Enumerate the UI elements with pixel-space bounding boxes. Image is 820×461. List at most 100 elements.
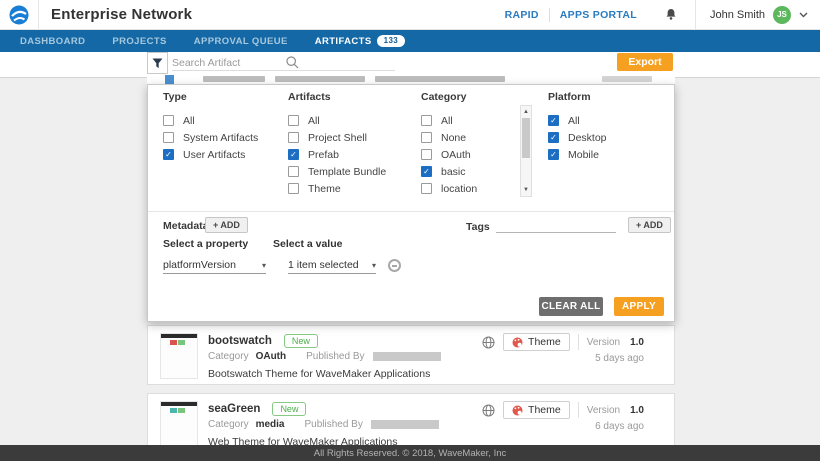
checkbox[interactable] — [421, 132, 432, 143]
checkbox[interactable] — [548, 132, 559, 143]
category-scrollbar[interactable]: ▲ ▼ — [520, 105, 532, 197]
nav-item-approval-queue[interactable]: APPROVAL QUEUE — [194, 36, 288, 47]
thumbnail-detail — [170, 340, 177, 345]
checkbox[interactable] — [163, 115, 174, 126]
avatar: JS — [773, 6, 791, 24]
tags-input[interactable] — [496, 215, 616, 233]
checkbox-option-basic[interactable]: basic — [421, 163, 477, 180]
checkbox-option-all[interactable]: All — [163, 112, 258, 129]
checkbox[interactable] — [548, 115, 559, 126]
checkbox-label: System Artifacts — [183, 132, 258, 144]
search-icon[interactable] — [286, 56, 299, 74]
obscured-text — [275, 76, 365, 82]
type-chip-label: Theme — [528, 404, 561, 416]
thumbnail-detail — [178, 408, 185, 413]
checkbox[interactable] — [288, 166, 299, 177]
checkbox[interactable] — [421, 166, 432, 177]
version-label: Version — [587, 405, 620, 416]
checkbox-option-project-shell[interactable]: Project Shell — [288, 129, 386, 146]
filter-group-title: Platform — [548, 91, 607, 103]
artifact-meta-row: Category OAuth Published By — [208, 351, 441, 362]
checkbox-label: Theme — [308, 183, 341, 195]
checkbox[interactable] — [288, 183, 299, 194]
globe-icon — [482, 404, 495, 417]
checkbox-option-desktop[interactable]: Desktop — [548, 129, 607, 146]
checkbox-option-location[interactable]: location — [421, 180, 477, 197]
apps-portal-link[interactable]: APPS PORTAL — [550, 9, 647, 21]
user-name: John Smith — [710, 9, 765, 21]
checkbox[interactable] — [163, 132, 174, 143]
property-select[interactable]: platformVersion ▾ — [163, 257, 266, 274]
checkbox-option-prefab[interactable]: Prefab — [288, 146, 386, 163]
divider — [578, 334, 579, 350]
publisher-redacted — [373, 352, 441, 361]
apply-button[interactable]: APPLY — [614, 297, 664, 316]
scrollbar-thumb[interactable] — [522, 118, 530, 158]
checkbox[interactable] — [421, 183, 432, 194]
filter-group-artifacts: Artifacts All Project Shell Prefab Templ… — [288, 91, 386, 197]
version-label: Version — [587, 337, 620, 348]
checkbox[interactable] — [548, 149, 559, 160]
checkbox-option-system-artifacts[interactable]: System Artifacts — [163, 129, 258, 146]
search-input[interactable] — [172, 55, 282, 71]
value-select[interactable]: 1 item selected ▾ — [288, 257, 376, 274]
new-badge: New — [272, 402, 306, 416]
artifact-right-meta: Theme Version 1.0 — [482, 401, 644, 419]
publisher-redacted — [371, 420, 439, 429]
thumbnail-detail — [161, 334, 197, 338]
checkbox[interactable] — [288, 115, 299, 126]
checkbox-option-template-bundle[interactable]: Template Bundle — [288, 163, 386, 180]
obscured-text — [602, 76, 652, 82]
wavemaker-logo-icon[interactable] — [0, 5, 38, 25]
checkbox[interactable] — [163, 149, 174, 160]
main-nav: DASHBOARD PROJECTS APPROVAL QUEUE ARTIFA… — [0, 30, 820, 52]
theme-palette-icon — [512, 337, 523, 348]
checkbox-option-all[interactable]: All — [288, 112, 386, 129]
checkbox-label: All — [568, 115, 580, 127]
nav-item-dashboard[interactable]: DASHBOARD — [20, 36, 85, 47]
metadata-add-button[interactable]: + ADD — [205, 217, 248, 233]
published-ago: 5 days ago — [595, 353, 644, 364]
artifact-row-seagreen[interactable]: seaGreen New Category media Published By… — [147, 393, 675, 453]
checkbox-option-none[interactable]: None — [421, 129, 477, 146]
checkbox[interactable] — [288, 149, 299, 160]
checkbox-option-user-artifacts[interactable]: User Artifacts — [163, 146, 258, 163]
checkbox-label: All — [441, 115, 453, 127]
filter-toggle-button[interactable] — [147, 52, 168, 74]
header-divider — [38, 0, 39, 30]
checkbox-label: All — [308, 115, 320, 127]
artifact-right-meta: Theme Version 1.0 — [482, 333, 644, 351]
property-label: Select a property — [163, 238, 248, 250]
export-button[interactable]: Export — [617, 53, 673, 71]
globe-icon — [482, 336, 495, 349]
type-chip: Theme — [503, 333, 570, 351]
checkbox-option-theme[interactable]: Theme — [288, 180, 386, 197]
clear-all-button[interactable]: CLEAR ALL — [539, 297, 603, 316]
checkbox[interactable] — [421, 149, 432, 160]
checkbox-option-all[interactable]: All — [421, 112, 477, 129]
notifications-bell-icon[interactable] — [647, 8, 695, 21]
checkbox[interactable] — [288, 132, 299, 143]
category-value: media — [256, 419, 285, 430]
filter-group-type: Type All System Artifacts User Artifacts — [163, 91, 258, 163]
scroll-down-arrow[interactable]: ▼ — [521, 185, 531, 195]
remove-metadata-filter-icon[interactable] — [388, 259, 401, 272]
nav-item-projects[interactable]: PROJECTS — [112, 36, 166, 47]
scroll-up-arrow[interactable]: ▲ — [521, 107, 531, 117]
user-menu[interactable]: John Smith JS — [695, 0, 820, 30]
checkbox-option-mobile[interactable]: Mobile — [548, 146, 607, 163]
rapid-link[interactable]: RAPID — [495, 9, 549, 21]
checkbox-option-all[interactable]: All — [548, 112, 607, 129]
nav-label: APPROVAL QUEUE — [194, 36, 288, 47]
checkbox-option-oauth[interactable]: OAuth — [421, 146, 477, 163]
tags-add-button[interactable]: + ADD — [628, 217, 671, 233]
category-label: Category — [208, 351, 249, 362]
value-label: Select a value — [273, 238, 342, 250]
version-value: 1.0 — [630, 337, 644, 348]
obscured-text — [375, 76, 505, 82]
header-right: RAPID APPS PORTAL John Smith JS — [495, 0, 820, 30]
checkbox-label: basic — [441, 166, 466, 178]
artifact-row-bootswatch[interactable]: bootswatch New Category OAuth Published … — [147, 325, 675, 385]
checkbox[interactable] — [421, 115, 432, 126]
nav-item-artifacts[interactable]: ARTIFACTS 133 — [315, 35, 405, 47]
